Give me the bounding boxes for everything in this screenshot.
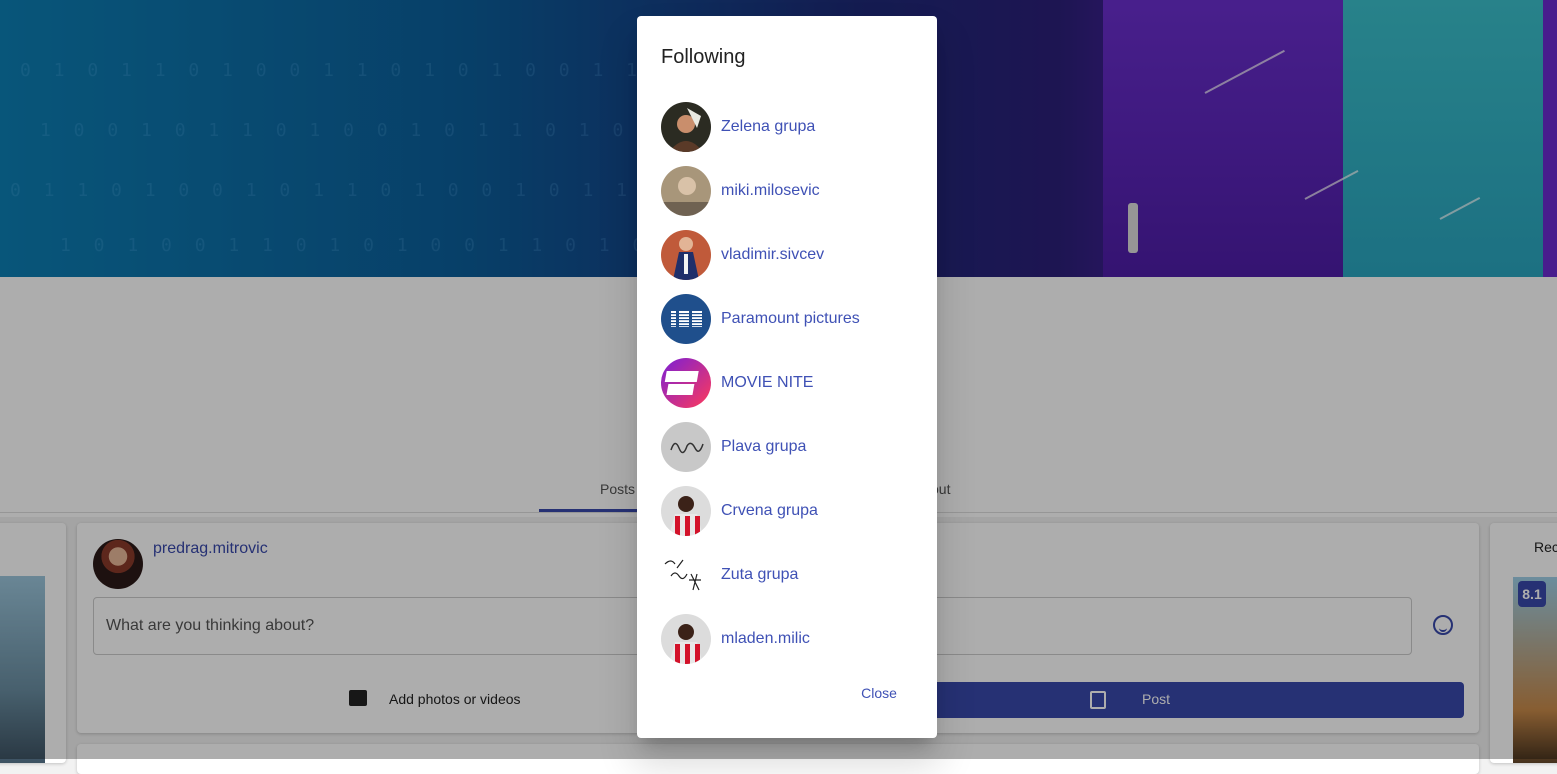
avatar[interactable] [661, 614, 711, 664]
following-item[interactable]: MOVIE NITE [661, 358, 921, 408]
avatar[interactable] [661, 486, 711, 536]
following-item[interactable]: Zuta grupa [661, 550, 921, 600]
avatar[interactable] [661, 294, 711, 344]
avatar[interactable] [661, 550, 711, 600]
following-dialog: Following Zelena grupa miki.milosevic vl… [637, 16, 937, 738]
following-name[interactable]: Zelena grupa [721, 118, 815, 136]
following-name[interactable]: miki.milosevic [721, 182, 820, 200]
following-name[interactable]: vladimir.sivcev [721, 246, 824, 264]
following-item[interactable]: Plava grupa [661, 422, 921, 472]
avatar[interactable] [661, 102, 711, 152]
following-item[interactable]: Zelena grupa [661, 102, 921, 152]
following-name[interactable]: MOVIE NITE [721, 374, 813, 392]
close-button[interactable]: Close [849, 685, 909, 705]
following-name[interactable]: Crvena grupa [721, 502, 818, 520]
following-name[interactable]: Zuta grupa [721, 566, 798, 584]
dialog-title: Following [661, 46, 746, 68]
avatar[interactable] [661, 358, 711, 408]
following-item[interactable]: vladimir.sivcev [661, 230, 921, 280]
following-item[interactable]: Crvena grupa [661, 486, 921, 536]
following-name[interactable]: mladen.milic [721, 630, 810, 648]
avatar[interactable] [661, 166, 711, 216]
following-name[interactable]: Plava grupa [721, 438, 806, 456]
following-name[interactable]: Paramount pictures [721, 310, 860, 328]
following-item[interactable]: miki.milosevic [661, 166, 921, 216]
following-item[interactable]: mladen.milic [661, 614, 921, 664]
following-item[interactable]: Paramount pictures [661, 294, 921, 344]
avatar[interactable] [661, 230, 711, 280]
avatar[interactable] [661, 422, 711, 472]
